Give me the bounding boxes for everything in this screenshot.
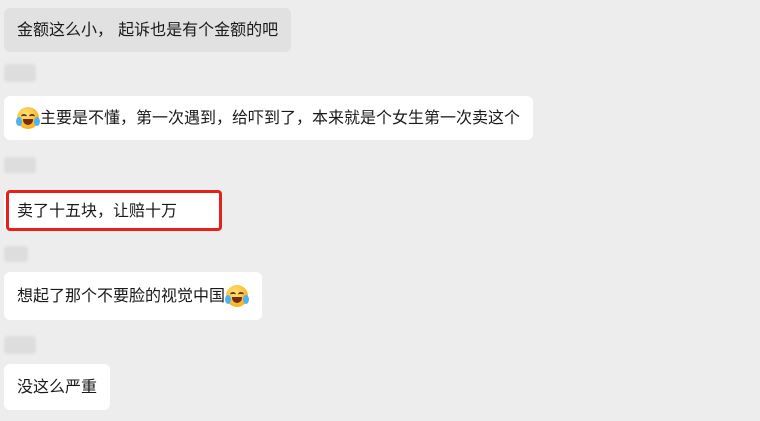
sender-name-blurred bbox=[4, 336, 36, 354]
sender-name-blurred bbox=[4, 246, 28, 262]
sender-name-blurred bbox=[4, 64, 36, 82]
laughing-crying-emoji-icon bbox=[16, 107, 40, 129]
red-highlight-box bbox=[6, 190, 222, 231]
message-text: 想起了那个不要脸的视觉中国 bbox=[17, 286, 226, 305]
message-text: 金额这么小， 起诉也是有个金额的吧 bbox=[17, 20, 279, 39]
message-text: 没这么严重 bbox=[17, 377, 98, 396]
sender-name-blurred bbox=[4, 157, 36, 173]
laughing-crying-emoji-icon bbox=[225, 285, 250, 307]
message-bubble[interactable]: 主要是不懂，第一次遇到，给吓到了，本来就是个女生第一次卖这个 bbox=[4, 96, 534, 140]
message-bubble[interactable]: 金额这么小， 起诉也是有个金额的吧 bbox=[4, 8, 292, 52]
message-bubble[interactable]: 想起了那个不要脸的视觉中国 bbox=[4, 272, 263, 320]
message-text: 主要是不懂，第一次遇到，给吓到了，本来就是个女生第一次卖这个 bbox=[40, 108, 521, 127]
chat-area: 金额这么小， 起诉也是有个金额的吧 主要是不懂，第一次遇到，给吓到了，本来就是个… bbox=[0, 0, 760, 421]
message-bubble[interactable]: 没这么严重 bbox=[4, 364, 111, 410]
